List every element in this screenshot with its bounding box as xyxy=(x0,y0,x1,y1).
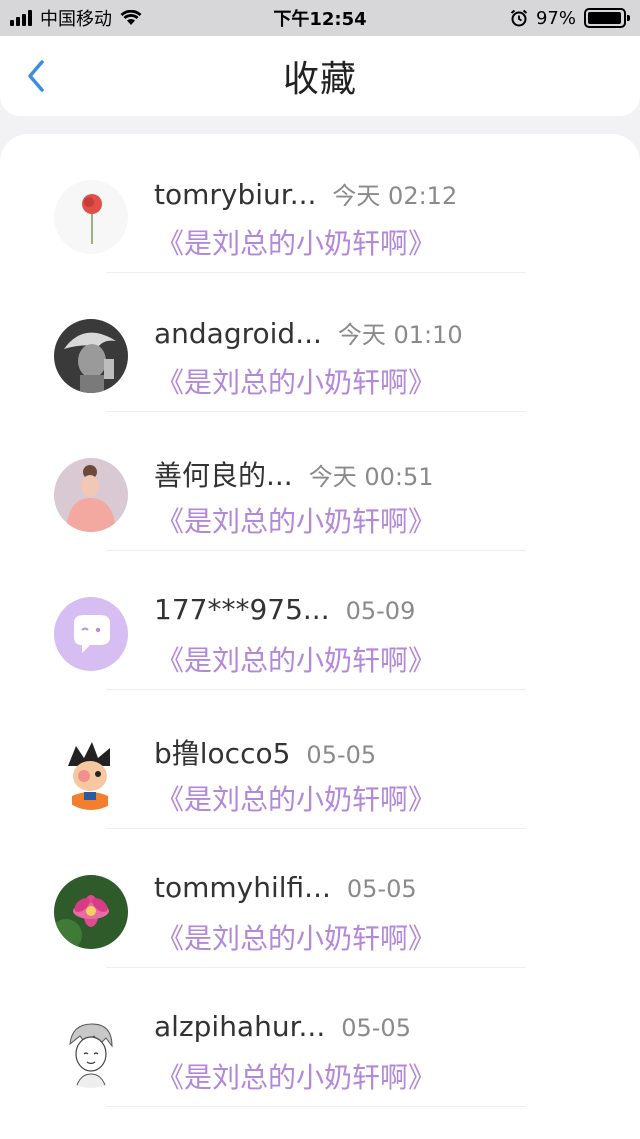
item-name: tomrybiur... xyxy=(154,178,317,211)
pink-portrait-avatar xyxy=(54,458,128,532)
signal-icon xyxy=(10,10,32,26)
battery-percent: 97% xyxy=(535,7,576,29)
list-item[interactable]: 善何良的... 今天 00:51 《是刘总的小奶轩啊》 xyxy=(0,412,640,551)
item-time: 今天 01:10 xyxy=(337,321,463,349)
item-name: 善何良的... xyxy=(154,459,293,492)
item-time: 今天 00:51 xyxy=(308,463,434,491)
item-name: alzpihahur... xyxy=(154,1010,326,1043)
item-subtitle: 《是刘总的小奶轩啊》 xyxy=(156,366,437,399)
battery-icon xyxy=(584,8,630,28)
list-item[interactable]: 177***975... 05-09 《是刘总的小奶轩啊》 xyxy=(0,551,640,690)
list-item[interactable]: tomrybiur... 今天 02:12 《是刘总的小奶轩啊》 xyxy=(0,134,640,273)
status-right: 97% xyxy=(510,7,630,29)
item-name: andagroid... xyxy=(154,317,322,350)
page-title: 收藏 xyxy=(282,59,357,100)
navigation-bar: 收藏 xyxy=(0,36,640,116)
chevron-left-icon xyxy=(28,60,44,92)
back-button[interactable] xyxy=(18,58,54,94)
wifi-icon xyxy=(120,10,142,26)
favorites-list: tomrybiur... 今天 02:12 《是刘总的小奶轩啊》 andagroi… xyxy=(0,134,640,1139)
item-name: 177***975... xyxy=(154,593,330,626)
list-item[interactable]: andagroid... 今天 01:10 《是刘总的小奶轩啊》 xyxy=(0,273,640,412)
item-time: 05-05 xyxy=(341,1014,411,1042)
item-subtitle: 《是刘总的小奶轩啊》 xyxy=(156,783,437,816)
alarm-icon xyxy=(510,9,528,27)
item-name: b撸locco5 xyxy=(154,737,291,770)
list-item[interactable]: alzpihahur... 05-05 《是刘总的小奶轩啊》 xyxy=(0,968,640,1107)
carrier-label: 中国移动 xyxy=(40,9,112,30)
status-left: 中国移动 xyxy=(10,5,142,31)
item-time: 05-09 xyxy=(345,597,416,625)
item-time: 今天 02:12 xyxy=(332,182,458,210)
item-time: 05-05 xyxy=(306,741,377,769)
list-item[interactable]: b撸locco5 05-05 《是刘总的小奶轩啊》 xyxy=(0,690,640,829)
item-name: tommyhilfi... xyxy=(154,871,331,904)
bw-portrait-avatar xyxy=(54,319,128,393)
status-bar: 中国移动 下午12:54 97% xyxy=(0,0,640,36)
item-subtitle: 《是刘总的小奶轩啊》 xyxy=(156,922,437,955)
rose-avatar xyxy=(54,180,128,254)
divider xyxy=(106,1106,526,1107)
chat-bubble-avatar xyxy=(54,597,128,671)
item-time: 05-05 xyxy=(346,875,417,903)
item-subtitle: 《是刘总的小奶轩啊》 xyxy=(156,227,437,260)
item-subtitle: 《是刘总的小奶轩啊》 xyxy=(156,505,437,538)
sketch-avatar xyxy=(54,1014,128,1088)
cartoon-avatar xyxy=(54,736,128,810)
list-item[interactable]: tommyhilfi... 05-05 《是刘总的小奶轩啊》 xyxy=(0,829,640,968)
lotus-avatar xyxy=(54,875,128,949)
item-subtitle: 《是刘总的小奶轩啊》 xyxy=(156,1061,437,1094)
item-subtitle: 《是刘总的小奶轩啊》 xyxy=(156,644,437,677)
